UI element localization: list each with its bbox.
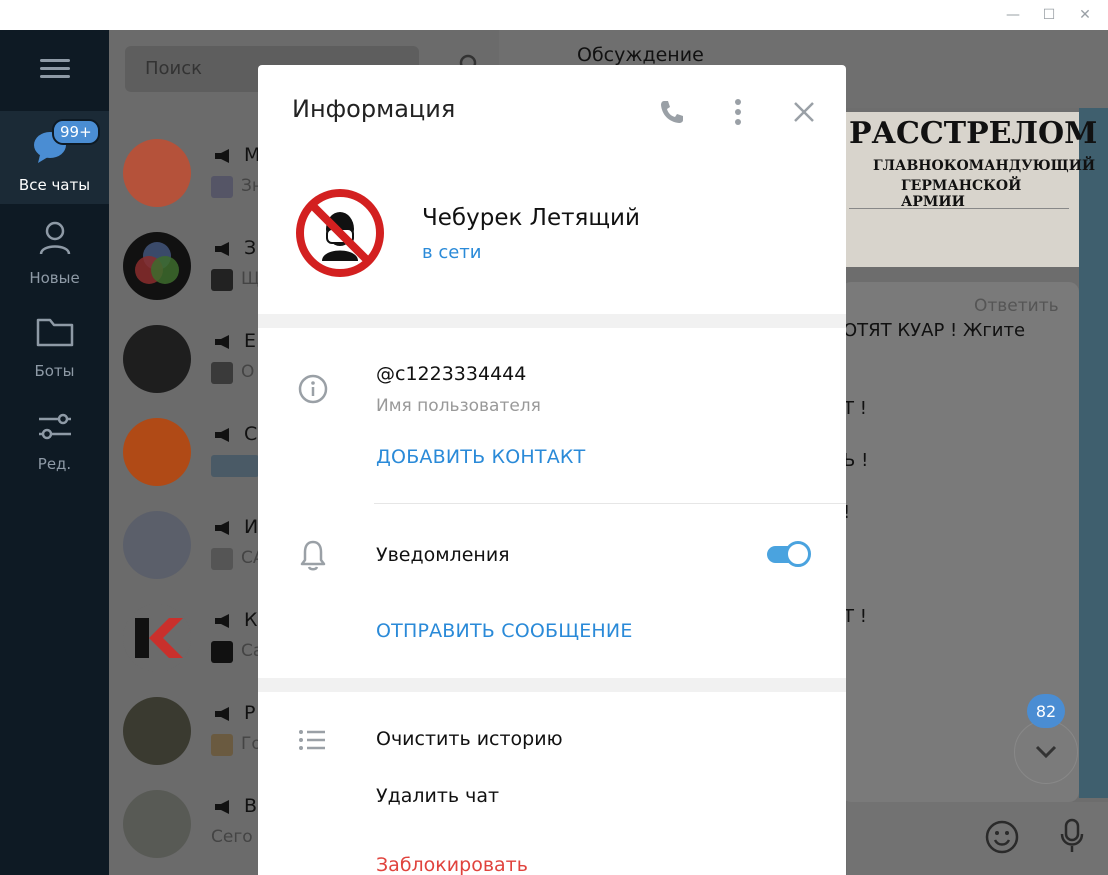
chevron-down-icon bbox=[1035, 745, 1057, 759]
channel-icon bbox=[215, 707, 229, 721]
avatar bbox=[123, 697, 191, 765]
list-icon bbox=[299, 730, 325, 750]
add-contact-button[interactable]: ДОБАВИТЬ КОНТАКТ bbox=[376, 446, 585, 468]
section-separator bbox=[258, 678, 846, 692]
send-message-button[interactable]: ОТПРАВИТЬ СООБЩЕНИЕ bbox=[376, 620, 633, 642]
clear-history-button[interactable]: Очистить историю bbox=[376, 728, 563, 750]
reply-button[interactable]: Ответить bbox=[974, 296, 1059, 316]
folder-icon bbox=[36, 318, 74, 347]
message-text: Т ! bbox=[843, 398, 867, 419]
avatar bbox=[123, 418, 191, 486]
folder-label: Ред. bbox=[37, 455, 72, 473]
message-input-bar bbox=[847, 802, 1108, 875]
chat-name: Р bbox=[244, 702, 256, 724]
image-caption: РАССТРЕЛОМ bbox=[849, 116, 1098, 151]
chat-name: С bbox=[244, 423, 258, 445]
profile-name: Чебурек Летящий bbox=[422, 205, 640, 231]
more-vertical-icon[interactable] bbox=[728, 98, 748, 126]
message-text: Т ! bbox=[843, 606, 867, 627]
avatar bbox=[123, 139, 191, 207]
notifications-toggle[interactable] bbox=[765, 541, 811, 567]
channel-icon bbox=[215, 242, 229, 256]
folders-rail: 99+ Все чаты Новые Боты Ред. bbox=[0, 30, 109, 875]
preview-thumb bbox=[211, 362, 233, 384]
channel-icon bbox=[215, 149, 229, 163]
folder-label: Все чаты bbox=[18, 176, 91, 194]
chat-background bbox=[1079, 108, 1108, 798]
modal-title: Информация bbox=[292, 95, 456, 123]
title-bar: — ☐ ✕ bbox=[0, 0, 1108, 30]
channel-icon bbox=[215, 800, 229, 814]
image-fine-print bbox=[849, 208, 1069, 258]
user-icon bbox=[39, 221, 71, 255]
avatar bbox=[123, 790, 191, 858]
avatar bbox=[123, 604, 191, 672]
chat-preview: Сего bbox=[211, 827, 253, 847]
avatar bbox=[123, 325, 191, 393]
minimize-button[interactable]: — bbox=[998, 3, 1028, 27]
online-status: в сети bbox=[422, 242, 482, 263]
message-text: Ь ! bbox=[843, 450, 869, 471]
maximize-button[interactable]: ☐ bbox=[1034, 3, 1064, 27]
section-separator bbox=[258, 314, 846, 328]
preview-thumb bbox=[211, 269, 233, 291]
emoji-icon[interactable] bbox=[985, 820, 1019, 854]
sliders-icon bbox=[39, 413, 71, 440]
chat-name: З bbox=[244, 237, 257, 259]
folder-all-chats[interactable]: 99+ Все чаты bbox=[0, 111, 109, 204]
phone-icon[interactable] bbox=[658, 98, 686, 126]
chat-name: К bbox=[244, 609, 258, 631]
image-caption: ГЕРМАНСКОЙ АРМИИ bbox=[901, 178, 1022, 210]
message-text: ОТЯТ КУАР ! Жгите bbox=[843, 320, 1026, 341]
channel-icon bbox=[215, 521, 229, 535]
preview-thumb bbox=[211, 176, 233, 198]
channel-icon bbox=[215, 335, 229, 349]
play-icon bbox=[211, 641, 233, 663]
folder-edit[interactable]: Ред. bbox=[0, 390, 109, 483]
main-menu-icon[interactable] bbox=[40, 57, 70, 81]
chat-name: Е bbox=[244, 330, 257, 352]
channel-icon bbox=[215, 428, 229, 442]
avatar bbox=[123, 511, 191, 579]
divider bbox=[374, 503, 846, 504]
info-icon bbox=[298, 374, 328, 404]
channel-icon bbox=[215, 614, 229, 628]
chat-name: И bbox=[244, 516, 259, 538]
message-image[interactable]: РАССТРЕЛОМ ГЛАВНОКОМАНДУЮЩИЙ ГЕРМАНСКОЙ … bbox=[841, 112, 1097, 267]
notifications-label: Уведомления bbox=[376, 544, 510, 566]
folder-label: Новые bbox=[29, 269, 80, 287]
unread-count-badge: 82 bbox=[1027, 694, 1065, 728]
preview-thumb bbox=[211, 734, 233, 756]
k-logo-icon bbox=[135, 618, 183, 658]
profile-avatar bbox=[296, 189, 384, 277]
preview-thumb bbox=[211, 548, 233, 570]
username[interactable]: @c1223334444 bbox=[376, 363, 526, 385]
folder-label: Боты bbox=[34, 362, 75, 380]
close-icon[interactable] bbox=[792, 100, 816, 124]
chat-preview: О bbox=[241, 362, 255, 382]
venn-logo-icon bbox=[135, 242, 179, 284]
unread-badge: 99+ bbox=[52, 119, 100, 145]
folder-bots[interactable]: Боты bbox=[0, 297, 109, 390]
scroll-down-button[interactable] bbox=[1014, 720, 1078, 784]
avatar bbox=[123, 232, 191, 300]
telegram-window: — ☐ ✕ 99+ Все чаты Новые Боты Ред. Поиск… bbox=[0, 0, 1108, 875]
username-label: Имя пользователя bbox=[376, 396, 541, 416]
chat-title: Обсуждение bbox=[577, 44, 704, 66]
close-window-button[interactable]: ✕ bbox=[1070, 3, 1100, 27]
block-user-button[interactable]: Заблокировать bbox=[376, 854, 528, 875]
delete-chat-button[interactable]: Удалить чат bbox=[376, 785, 499, 807]
preview-thumb bbox=[211, 455, 259, 477]
folder-new[interactable]: Новые bbox=[0, 204, 109, 297]
user-info-modal: Информация Чебурек Летящий в сети @c1223… bbox=[258, 65, 846, 875]
image-caption: ГЛАВНОКОМАНДУЮЩИЙ bbox=[873, 158, 1096, 174]
microphone-icon[interactable] bbox=[1059, 818, 1085, 854]
chat-name: В bbox=[244, 795, 258, 817]
bell-icon bbox=[300, 540, 326, 571]
chat-preview: Щ bbox=[241, 269, 260, 289]
